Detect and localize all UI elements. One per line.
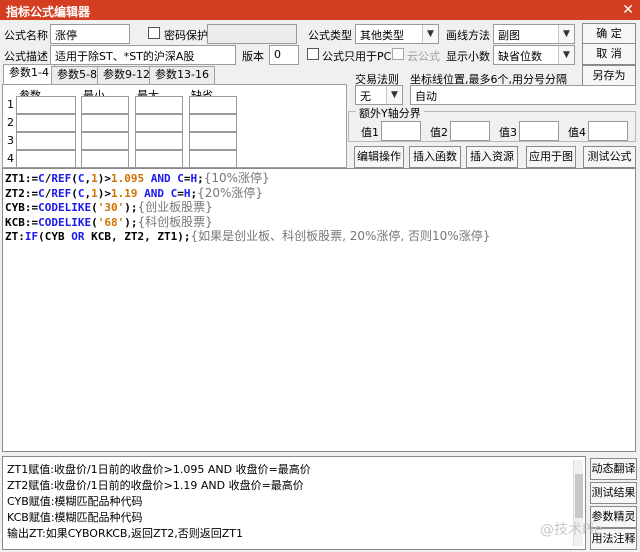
y-value-4-input[interactable] — [588, 121, 628, 141]
insert-resource-button[interactable]: 插入资源 — [466, 146, 518, 168]
chevron-down-icon: ▼ — [386, 86, 402, 104]
decimals-value: 缺省位数 — [498, 50, 542, 63]
y-value-label: 值1 — [361, 126, 379, 139]
y-value-2-input[interactable] — [450, 121, 490, 141]
tab-params-5-8[interactable]: 参数5-8 — [51, 66, 103, 84]
tab-params-13-16[interactable]: 参数13-16 — [149, 66, 215, 84]
y-value-1-input[interactable] — [381, 121, 421, 141]
decimals-label: 显示小数 — [446, 50, 490, 63]
code-line: KCB:=CODELIKE('68');{科创板股票} — [5, 214, 213, 229]
output-line: CYB赋值:模糊匹配品种代码 — [7, 495, 143, 508]
apply-to-chart-button[interactable]: 应用于图 — [526, 146, 576, 168]
param-min-input[interactable] — [81, 114, 129, 132]
param-default-input[interactable] — [189, 114, 237, 132]
param-max-input[interactable] — [135, 114, 183, 132]
translation-output[interactable]: ZT1赋值:收盘价/1日前的收盘价>1.095 AND 收盘价=最高价 ZT2赋… — [2, 456, 586, 550]
code-line: CYB:=CODELIKE('30');{创业板股票} — [5, 200, 213, 214]
cancel-button[interactable]: 取 消 — [582, 43, 636, 65]
trade-rule-select[interactable]: 无 ▼ — [355, 85, 403, 105]
tab-params-9-12[interactable]: 参数9-12 — [97, 66, 156, 84]
param-name-input[interactable] — [16, 96, 76, 114]
save-as-button[interactable]: 另存为 — [582, 65, 636, 87]
param-table: 参数 最小 最大 缺省 1 2 3 4 — [2, 84, 347, 168]
insert-function-button[interactable]: 插入函数 — [409, 146, 461, 168]
output-line: ZT2赋值:收盘价/1日前的收盘价>1.19 AND 收盘价=最高价 — [7, 479, 304, 492]
close-icon[interactable]: ✕ — [622, 2, 634, 18]
chevron-down-icon: ▼ — [422, 25, 438, 43]
param-default-input[interactable] — [189, 96, 237, 114]
draw-method-select[interactable]: 副图 ▼ — [493, 24, 575, 44]
y-value-label: 值3 — [499, 126, 517, 139]
version-input[interactable]: 0 — [269, 45, 299, 65]
scrollbar-thumb[interactable] — [575, 474, 583, 518]
param-max-input[interactable] — [135, 132, 183, 150]
output-line: 输出ZT:如果CYBORKCB,返回ZT2,否则返回ZT1 — [7, 527, 243, 540]
dynamic-translate-button[interactable]: 动态翻译 — [590, 458, 637, 480]
param-row-num: 2 — [7, 116, 14, 129]
pc-only-checkbox[interactable] — [307, 48, 319, 60]
cloud-label: 云公式 — [407, 50, 440, 63]
formula-type-select[interactable]: 其他类型 ▼ — [355, 24, 439, 44]
y-value-3-input[interactable] — [519, 121, 559, 141]
y-value-label: 值2 — [430, 126, 448, 139]
tab-params-1-4[interactable]: 参数1-4 — [3, 64, 55, 85]
test-formula-button[interactable]: 测试公式 — [583, 146, 636, 168]
param-row-num: 4 — [7, 152, 14, 165]
param-row-num: 1 — [7, 98, 14, 111]
chevron-down-icon: ▼ — [558, 46, 574, 64]
param-default-input[interactable] — [189, 132, 237, 150]
code-editor[interactable]: ZT1:=C/REF(C,1)>1.095 AND C=H;{10%涨停} ZT… — [2, 168, 636, 452]
code-line: ZT2:=C/REF(C,1)>1.19 AND C=H;{20%涨停} — [5, 185, 264, 200]
test-result-button[interactable]: 测试结果 — [590, 482, 637, 504]
param-name-input[interactable] — [16, 150, 76, 168]
chevron-down-icon: ▼ — [558, 25, 574, 43]
formula-name-input[interactable]: 涨停 — [50, 24, 130, 44]
trade-rule-value: 无 — [360, 90, 371, 103]
desc-label: 公式描述 — [4, 50, 48, 63]
draw-method-value: 副图 — [498, 29, 520, 42]
ok-button[interactable]: 确 定 — [582, 23, 636, 45]
code-line: ZT:IF(CYB OR KCB, ZT2, ZT1);{如果是创业板、科创板股… — [5, 229, 491, 243]
param-min-input[interactable] — [81, 96, 129, 114]
param-row-num: 3 — [7, 134, 14, 147]
version-label: 版本 — [242, 50, 264, 63]
type-label: 公式类型 — [308, 29, 352, 42]
password-checkbox[interactable] — [148, 27, 160, 39]
param-min-input[interactable] — [81, 150, 129, 168]
code-line: ZT1:=C/REF(C,1)>1.095 AND C=H;{10%涨停} — [5, 171, 270, 185]
window-title: 指标公式编辑器 — [6, 5, 91, 19]
formula-desc-input[interactable]: 适用于除ST、*ST的沪深A股 — [50, 45, 236, 65]
watermark: @技术Pie — [540, 522, 603, 538]
axis-lines-input[interactable]: 自动 — [410, 85, 636, 105]
name-label: 公式名称 — [4, 29, 48, 42]
title-bar: 指标公式编辑器 ✕ — [0, 0, 640, 20]
output-line: KCB赋值:模糊匹配品种代码 — [7, 511, 143, 524]
decimals-select[interactable]: 缺省位数 ▼ — [493, 45, 575, 65]
password-label: 密码保护 — [164, 29, 208, 42]
draw-method-label: 画线方法 — [446, 29, 490, 42]
param-max-input[interactable] — [135, 150, 183, 168]
pc-only-label: 公式只用于PC — [322, 50, 392, 63]
formula-type-value: 其他类型 — [360, 29, 404, 42]
password-input[interactable] — [207, 24, 297, 44]
edit-ops-button[interactable]: 编辑操作 — [354, 146, 404, 168]
param-name-input[interactable] — [16, 114, 76, 132]
param-max-input[interactable] — [135, 96, 183, 114]
output-line: ZT1赋值:收盘价/1日前的收盘价>1.095 AND 收盘价=最高价 — [7, 463, 311, 476]
param-min-input[interactable] — [81, 132, 129, 150]
param-name-input[interactable] — [16, 132, 76, 150]
param-default-input[interactable] — [189, 150, 237, 168]
cloud-checkbox[interactable] — [392, 48, 404, 60]
y-value-label: 值4 — [568, 126, 586, 139]
extra-y-axis-label: 额外Y轴分界 — [356, 105, 424, 121]
